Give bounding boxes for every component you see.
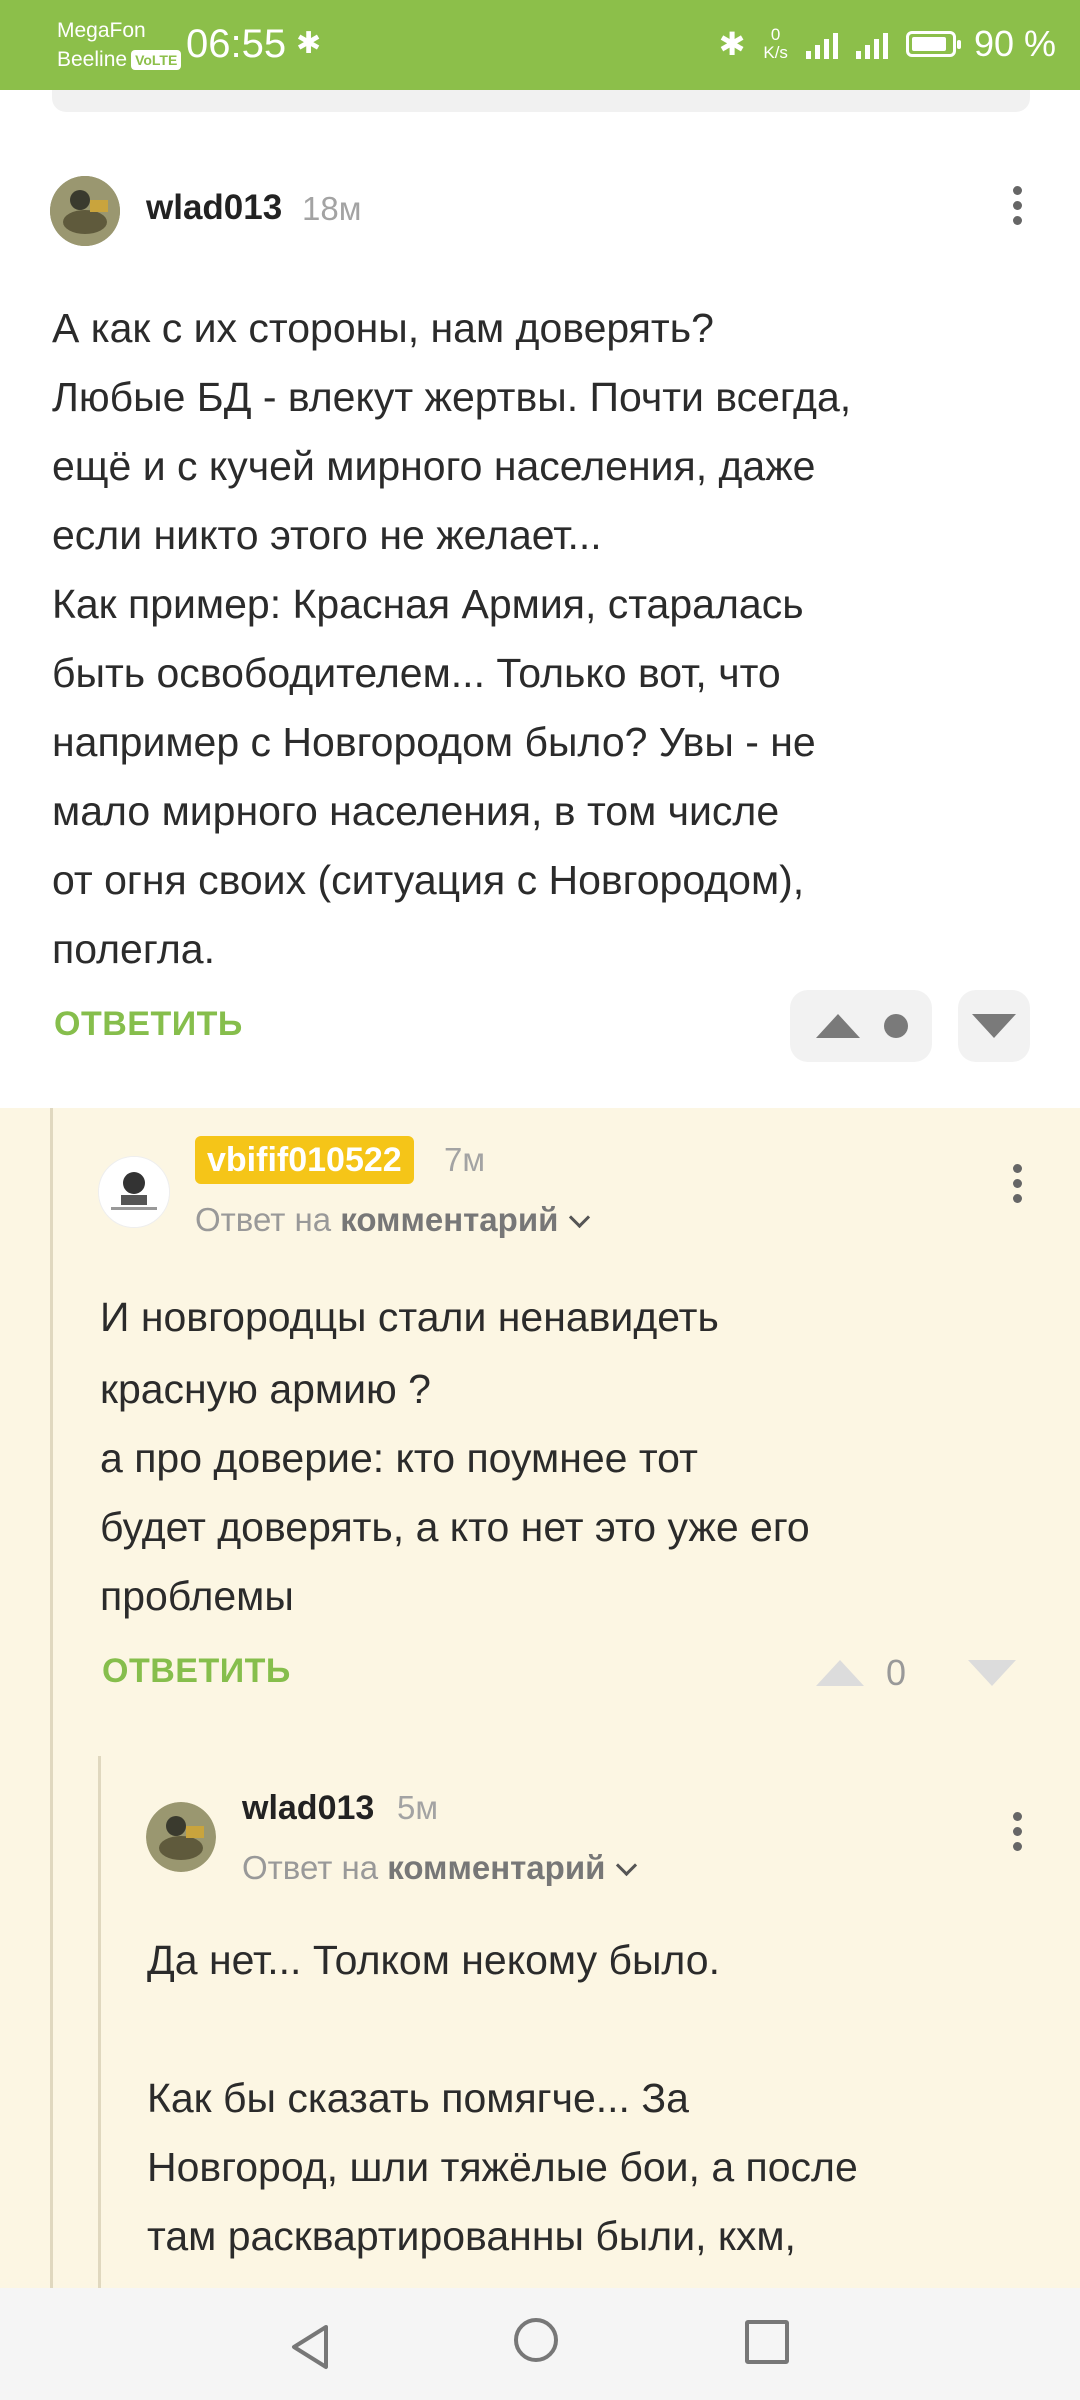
comment-body: И новгородцы стали ненавидеть красную ар… xyxy=(100,1294,810,1619)
chevron-down-icon xyxy=(569,1206,591,1229)
comment-time: 18м xyxy=(302,190,362,227)
chevron-down-icon xyxy=(616,1854,638,1877)
downvote-button[interactable] xyxy=(958,990,1030,1062)
previous-card-edge xyxy=(52,90,1030,112)
comment-time: 7м xyxy=(444,1141,486,1178)
clock: 06:55 xyxy=(186,22,287,66)
battery-icon xyxy=(905,31,961,57)
thread-line xyxy=(50,1108,53,2288)
reply-button[interactable]: ОТВЕТИТЬ xyxy=(54,1005,243,1044)
more-vert-icon[interactable] xyxy=(997,1158,1037,1218)
comment-username[interactable]: wlad013 xyxy=(242,1786,374,1830)
signal-icon xyxy=(805,29,838,59)
reply-to-link[interactable]: Ответ на комментарий xyxy=(195,1198,591,1242)
status-bar: MegaFon Beeline VoLTE 06:55 ✱ ✱ 0 K/s 90 … xyxy=(0,0,1080,90)
network-speed: 0 K/s xyxy=(763,25,788,62)
rating-dot-icon xyxy=(884,1014,908,1038)
navigation-bar xyxy=(0,2288,1080,2400)
bluetooth-icon: ✱ xyxy=(718,26,746,62)
carrier-2: Beeline xyxy=(57,48,128,71)
comment-username[interactable]: wlad013 xyxy=(146,186,282,230)
reply-to-link[interactable]: Ответ на комментарий xyxy=(242,1846,638,1890)
avatar[interactable] xyxy=(98,1156,170,1228)
downvote-icon[interactable] xyxy=(972,1014,1016,1038)
thread-line-nested xyxy=(98,1756,101,2288)
signal-icon-2 xyxy=(855,29,888,59)
battery-percent: 90 % xyxy=(973,23,1056,64)
reply-button[interactable]: ОТВЕТИТЬ xyxy=(102,1652,291,1691)
data-saver-icon: ✱ xyxy=(296,27,322,60)
more-vert-icon[interactable] xyxy=(997,1806,1037,1866)
volte-badge: VoLTE xyxy=(131,50,182,71)
upvote-icon[interactable] xyxy=(816,1660,864,1686)
nav-home-icon[interactable] xyxy=(514,2318,558,2362)
vote-rating-box xyxy=(790,990,932,1062)
comment-time: 5м xyxy=(397,1789,439,1826)
nav-recents-icon[interactable] xyxy=(745,2320,789,2364)
comment-body: Да нет... Толком некому было. Как бы ска… xyxy=(147,1937,858,2259)
nav-back-icon[interactable] xyxy=(286,2322,336,2372)
carrier-info: MegaFon Beeline VoLTE xyxy=(57,16,182,74)
downvote-icon[interactable] xyxy=(968,1660,1016,1686)
comment-score: 0 xyxy=(886,1652,907,1693)
carrier-1: MegaFon xyxy=(57,19,146,42)
upvote-icon[interactable] xyxy=(816,1014,860,1038)
comment-username[interactable]: vbifif010522 xyxy=(195,1136,414,1184)
avatar[interactable] xyxy=(146,1802,216,1872)
more-vert-icon[interactable] xyxy=(997,180,1037,240)
avatar[interactable] xyxy=(50,176,120,246)
comment-body: А как с их стороны, нам доверять? Любые … xyxy=(52,305,852,972)
